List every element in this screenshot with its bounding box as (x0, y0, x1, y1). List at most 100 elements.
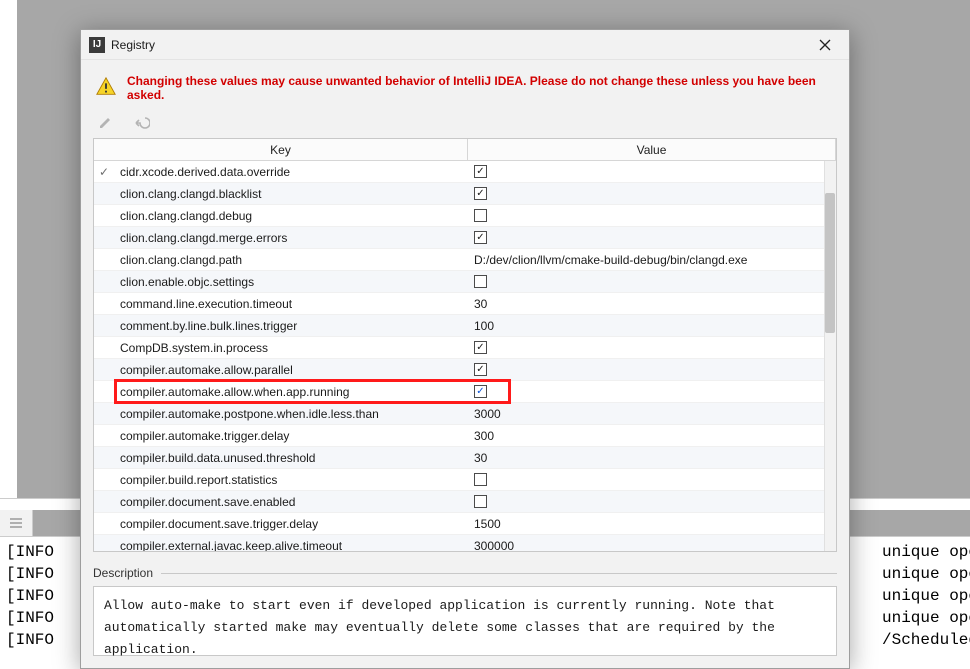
registry-value[interactable]: 300 (468, 429, 836, 443)
edit-button[interactable] (95, 112, 117, 132)
registry-value[interactable]: 30 (468, 297, 836, 311)
console-line: [INFO (6, 541, 54, 563)
console-line: [INFO (6, 585, 54, 607)
app-icon: IJ (89, 37, 105, 53)
console-line: [INFO (6, 563, 54, 585)
registry-value[interactable] (468, 473, 836, 486)
registry-key: compiler.automake.trigger.delay (114, 429, 468, 443)
registry-value[interactable] (468, 385, 836, 398)
registry-value[interactable]: 3000 (468, 407, 836, 421)
registry-key: CompDB.system.in.process (114, 341, 468, 355)
registry-value[interactable] (468, 341, 836, 354)
registry-key: clion.clang.clangd.debug (114, 209, 468, 223)
table-row[interactable]: compiler.automake.allow.when.app.running (94, 381, 836, 403)
registry-key: command.line.execution.timeout (114, 297, 468, 311)
table-row[interactable]: compiler.document.save.enabled (94, 491, 836, 513)
console-line: unique ope (882, 585, 970, 607)
registry-value[interactable]: 30 (468, 451, 836, 465)
registry-value[interactable] (468, 363, 836, 376)
registry-key: compiler.document.save.enabled (114, 495, 468, 509)
registry-key: compiler.automake.postpone.when.idle.les… (114, 407, 468, 421)
checkbox[interactable] (474, 363, 487, 376)
registry-value[interactable]: 100 (468, 319, 836, 333)
checkbox[interactable] (474, 231, 487, 244)
registry-dialog: IJ Registry Changing these values may ca… (80, 29, 850, 669)
warning-banner: Changing these values may cause unwanted… (81, 60, 849, 112)
checkbox[interactable] (474, 473, 487, 486)
dialog-titlebar[interactable]: IJ Registry (81, 30, 849, 60)
table-row[interactable]: clion.enable.objc.settings (94, 271, 836, 293)
undo-icon (134, 114, 150, 130)
dialog-title: Registry (111, 38, 809, 52)
console-line: [INFO (6, 629, 54, 651)
description-panel: Description Allow auto-make to start eve… (93, 566, 837, 656)
table-row[interactable]: clion.clang.clangd.merge.errors (94, 227, 836, 249)
description-text: Allow auto-make to start even if develop… (93, 586, 837, 656)
registry-value[interactable] (468, 275, 836, 288)
registry-key: compiler.build.data.unused.threshold (114, 451, 468, 465)
checkbox[interactable] (474, 275, 487, 288)
console-line: [INFO (6, 607, 54, 629)
revert-button[interactable] (131, 112, 153, 132)
registry-key: clion.clang.clangd.merge.errors (114, 231, 468, 245)
table-row[interactable]: compiler.automake.trigger.delay300 (94, 425, 836, 447)
table-row[interactable]: CompDB.system.in.process (94, 337, 836, 359)
registry-value[interactable]: 1500 (468, 517, 836, 531)
registry-value[interactable]: D:/dev/clion/llvm/cmake-build-debug/bin/… (468, 253, 836, 267)
toolbar (81, 112, 849, 138)
registry-table: Key Value ✓cidr.xcode.derived.data.overr… (93, 138, 837, 552)
registry-key: compiler.document.save.trigger.delay (114, 517, 468, 531)
checkbox[interactable] (474, 341, 487, 354)
table-row[interactable]: compiler.external.javac.keep.alive.timeo… (94, 535, 836, 551)
registry-key: comment.by.line.bulk.lines.trigger (114, 319, 468, 333)
table-body: ✓cidr.xcode.derived.data.override clion.c… (94, 161, 836, 551)
registry-key: compiler.automake.allow.parallel (114, 363, 468, 377)
table-row[interactable]: compiler.build.report.statistics (94, 469, 836, 491)
pencil-icon (98, 114, 114, 130)
registry-value[interactable] (468, 187, 836, 200)
table-row[interactable]: compiler.document.save.trigger.delay1500 (94, 513, 836, 535)
scrollbar-thumb[interactable] (825, 193, 835, 333)
tool-window-tab[interactable] (0, 510, 33, 536)
table-header: Key Value (94, 139, 836, 161)
registry-key: clion.clang.clangd.blacklist (114, 187, 468, 201)
table-row[interactable]: compiler.automake.postpone.when.idle.les… (94, 403, 836, 425)
registry-value[interactable] (468, 495, 836, 508)
registry-key: cidr.xcode.derived.data.override (114, 165, 468, 179)
description-label: Description (93, 566, 153, 580)
registry-value[interactable] (468, 231, 836, 244)
column-header-value[interactable]: Value (468, 139, 836, 160)
column-header-key[interactable]: Key (94, 139, 468, 160)
registry-key: compiler.external.javac.keep.alive.timeo… (114, 539, 468, 552)
table-row[interactable]: compiler.automake.allow.parallel (94, 359, 836, 381)
registry-key: compiler.build.report.statistics (114, 473, 468, 487)
registry-key: compiler.automake.allow.when.app.running (114, 385, 468, 399)
close-icon (819, 39, 831, 51)
registry-value[interactable]: 300000 (468, 539, 836, 552)
checkbox[interactable] (474, 209, 487, 222)
checkbox[interactable] (474, 495, 487, 508)
modified-indicator: ✓ (94, 165, 114, 179)
checkbox[interactable] (474, 187, 487, 200)
table-row[interactable]: clion.clang.clangd.pathD:/dev/clion/llvm… (94, 249, 836, 271)
divider (161, 573, 837, 574)
table-row[interactable]: comment.by.line.bulk.lines.trigger100 (94, 315, 836, 337)
checkbox[interactable] (474, 165, 487, 178)
table-row[interactable]: clion.clang.clangd.debug (94, 205, 836, 227)
console-line: /Scheduled (882, 629, 970, 651)
table-row[interactable]: compiler.build.data.unused.threshold30 (94, 447, 836, 469)
registry-value[interactable] (468, 165, 836, 178)
warning-icon (95, 76, 117, 101)
list-icon (9, 516, 23, 530)
table-row[interactable]: clion.clang.clangd.blacklist (94, 183, 836, 205)
close-button[interactable] (809, 33, 841, 57)
table-row[interactable]: command.line.execution.timeout30 (94, 293, 836, 315)
background-left-panel (0, 0, 17, 498)
registry-key: clion.enable.objc.settings (114, 275, 468, 289)
registry-value[interactable] (468, 209, 836, 222)
table-row[interactable]: ✓cidr.xcode.derived.data.override (94, 161, 836, 183)
scrollbar[interactable] (824, 161, 836, 551)
console-line: unique ope (882, 607, 970, 629)
warning-text: Changing these values may cause unwanted… (127, 74, 835, 102)
checkbox[interactable] (474, 385, 487, 398)
